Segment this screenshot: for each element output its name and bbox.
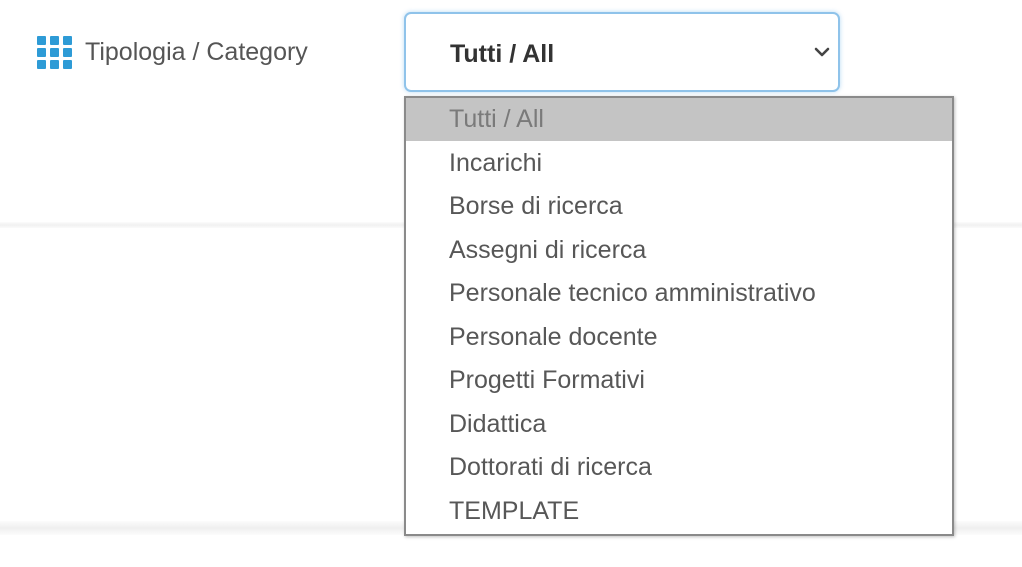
select-current-value: Tutti / All bbox=[450, 40, 555, 68]
dropdown-option[interactable]: Tutti / All bbox=[406, 98, 952, 141]
dropdown-option[interactable]: Borse di ricerca bbox=[406, 185, 952, 228]
dropdown-option[interactable]: Personale tecnico amministrativo bbox=[406, 272, 952, 315]
dropdown-option[interactable]: Assegni di ricerca bbox=[406, 229, 952, 272]
chevron-down-icon bbox=[814, 47, 830, 57]
dropdown-option[interactable]: Incarichi bbox=[406, 142, 952, 185]
dropdown-option[interactable]: Personale docente bbox=[406, 316, 952, 359]
filter-label-text: Tipologia / Category bbox=[85, 37, 308, 66]
dropdown-option[interactable]: TEMPLATE bbox=[406, 490, 952, 533]
dropdown-option[interactable]: Didattica bbox=[406, 403, 952, 446]
grid-icon bbox=[36, 32, 75, 72]
dropdown-option[interactable]: Progetti Formativi bbox=[406, 359, 952, 402]
dropdown-option[interactable]: Dottorati di ricerca bbox=[406, 446, 952, 489]
category-filter-label: Tipologia / Category bbox=[36, 32, 308, 72]
category-select[interactable]: Tutti / All bbox=[404, 12, 840, 92]
category-dropdown-list: Tutti / All Incarichi Borse di ricerca Asse… bbox=[404, 96, 954, 536]
